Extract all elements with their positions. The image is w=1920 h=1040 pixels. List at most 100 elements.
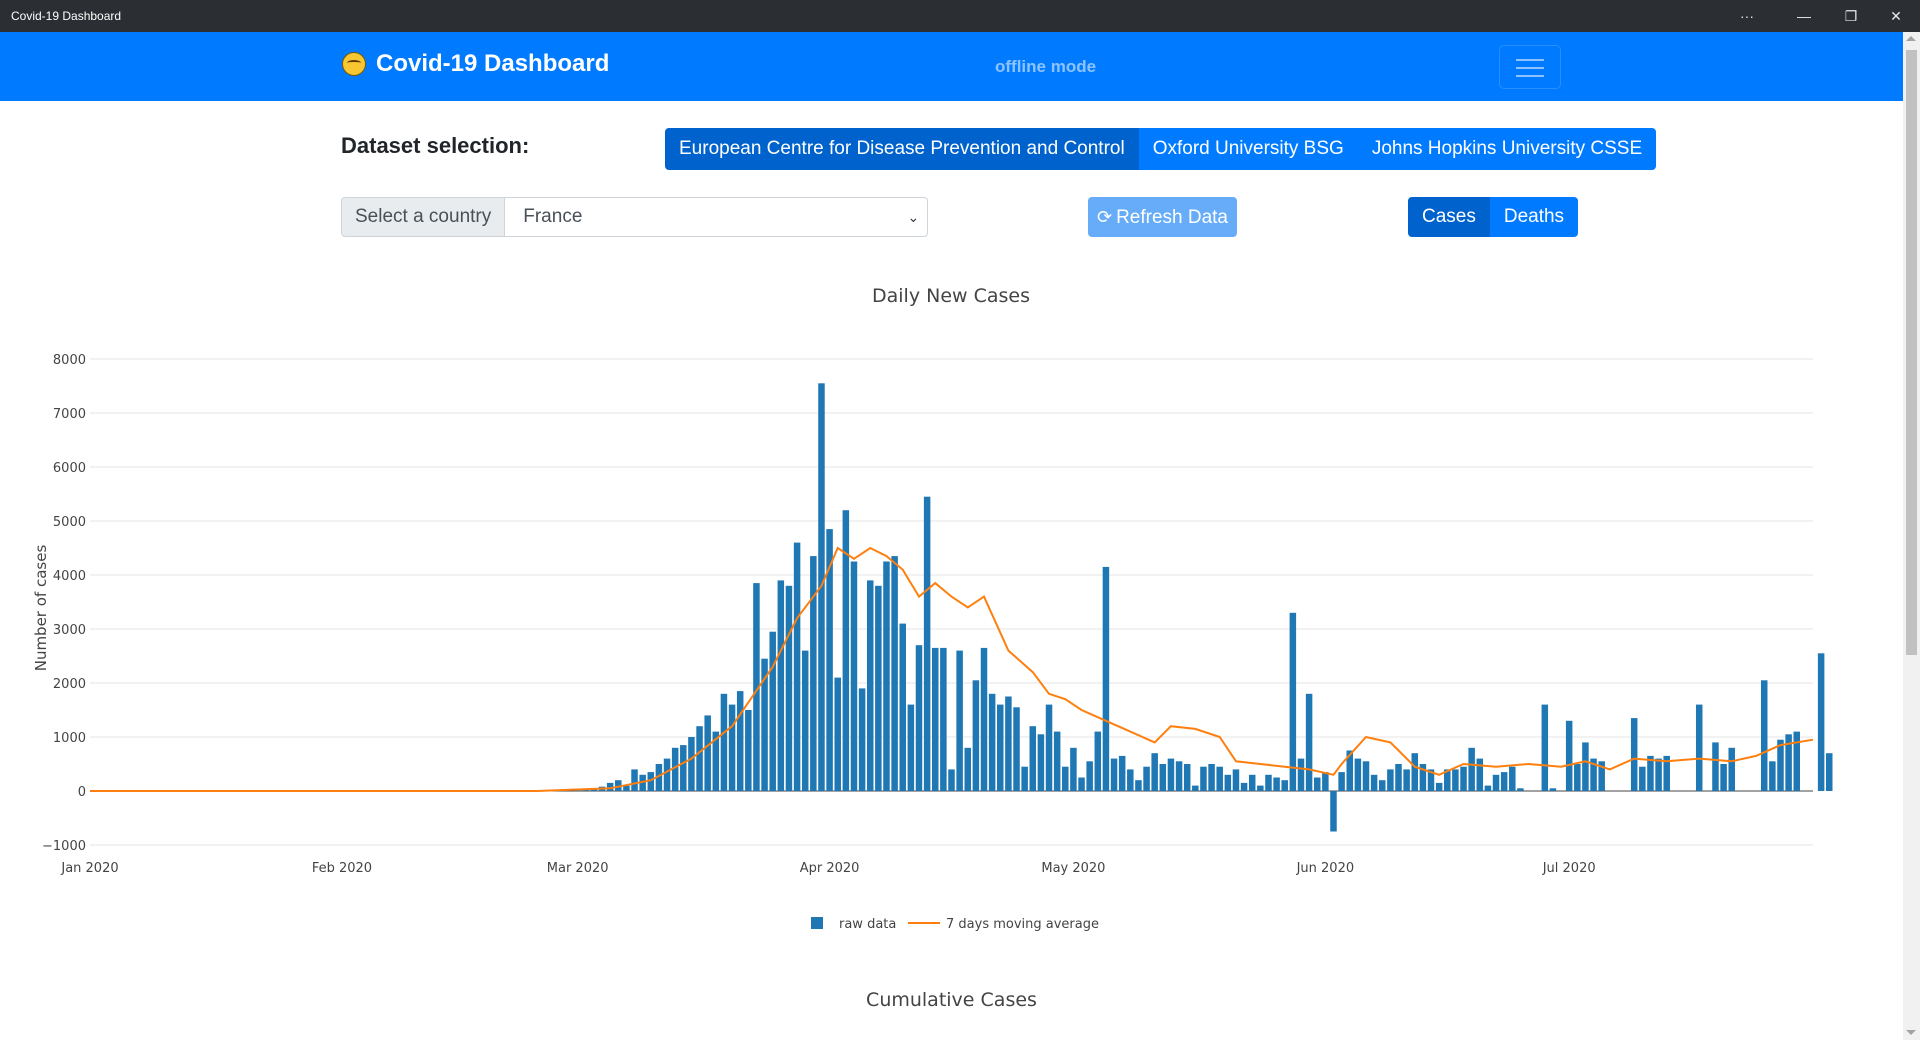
bar (1777, 739, 1784, 791)
bar (1281, 780, 1288, 791)
bar (1460, 766, 1467, 791)
bar (1817, 653, 1825, 791)
bar (1013, 707, 1020, 791)
y-tick-label: 6000 (53, 461, 86, 476)
bar (769, 631, 776, 791)
bar (1476, 758, 1484, 791)
bar (1078, 777, 1085, 791)
bar (1265, 774, 1272, 791)
chart-title: Daily New Cases (872, 285, 1030, 307)
bar (899, 623, 906, 791)
bar (1151, 753, 1158, 791)
x-tick-label: May 2020 (1041, 861, 1105, 876)
bar (1769, 761, 1776, 791)
x-tick-label: Jul 2020 (1542, 861, 1596, 876)
bar (1500, 772, 1508, 791)
y-tick-label: 4000 (53, 569, 86, 584)
bar (1403, 769, 1410, 791)
bar (1305, 693, 1313, 791)
bar (1630, 718, 1638, 791)
bar (1167, 758, 1175, 791)
bar (696, 726, 703, 791)
bar (1297, 758, 1305, 791)
bar (1517, 788, 1524, 791)
bar (777, 580, 785, 791)
page-scrollbar[interactable] (1903, 32, 1920, 1040)
cumulative-cases-title: Cumulative Cases (866, 989, 1037, 1011)
bar (1102, 566, 1110, 791)
bar (1053, 731, 1061, 791)
bar (1135, 780, 1142, 791)
bar (1021, 766, 1028, 791)
scrollbar-thumb[interactable] (1906, 50, 1917, 655)
bar (1655, 758, 1662, 791)
bar (1313, 777, 1321, 791)
x-tick-label: Mar 2020 (547, 861, 609, 876)
legend-raw-data[interactable]: raw data (839, 917, 896, 932)
moving-average-polyline (90, 546, 1814, 792)
bar (1248, 774, 1256, 791)
scroll-up-icon[interactable] (1906, 36, 1916, 41)
bar (923, 496, 931, 791)
bar (956, 650, 963, 791)
y-tick-label: 8000 (53, 353, 86, 368)
bar (1582, 742, 1589, 791)
bar (1029, 726, 1037, 791)
daily-new-cases-chart: Daily New Cases −1000 0 1000 2000 3000 4000 50… (32, 285, 1833, 932)
bar (866, 580, 874, 791)
bar (1760, 680, 1768, 791)
bar (793, 542, 801, 791)
bar (964, 747, 971, 791)
bar (631, 769, 638, 791)
y-axis-label: Number of cases (32, 545, 50, 672)
bar (915, 645, 923, 791)
bar (1468, 747, 1475, 791)
bar (1549, 788, 1557, 791)
bar (1216, 766, 1223, 791)
bar (1695, 704, 1703, 791)
bar (1330, 791, 1337, 832)
bar (883, 561, 890, 791)
bar (1086, 761, 1093, 791)
y-tick-label: 2000 (53, 677, 86, 692)
bar (688, 737, 695, 791)
legend-moving-average[interactable]: 7 days moving average (946, 917, 1099, 932)
bar (1435, 782, 1443, 791)
bar (1045, 704, 1053, 791)
bar (980, 647, 988, 791)
y-tick-label: 0 (78, 785, 86, 800)
bar (1240, 782, 1248, 791)
x-tick-label: Apr 2020 (800, 861, 860, 876)
bar (1712, 742, 1719, 791)
y-tick-label: 1000 (53, 731, 86, 746)
y-tick-label: 5000 (53, 515, 86, 530)
chart-legend[interactable]: raw data 7 days moving average (811, 917, 1099, 932)
bar (1224, 774, 1232, 791)
bar (1118, 755, 1126, 791)
bar (940, 647, 947, 791)
bar (1354, 758, 1362, 791)
bar (988, 693, 996, 791)
bar (1338, 772, 1345, 791)
bar (1289, 612, 1297, 791)
bar (1647, 755, 1654, 791)
bar (1484, 785, 1492, 791)
bar (1639, 766, 1646, 791)
bar (997, 704, 1004, 791)
bar (1273, 777, 1280, 791)
bar (663, 758, 671, 791)
bar (1492, 774, 1500, 791)
bar (1037, 734, 1045, 791)
scroll-down-icon[interactable] (1906, 1030, 1916, 1035)
raw-data-bars (574, 383, 1833, 832)
bar (1127, 769, 1134, 791)
moving-average-line (90, 546, 1814, 792)
bar (1452, 769, 1459, 791)
bar (1257, 785, 1264, 791)
bar (1200, 766, 1207, 791)
y-tick-label: 3000 (53, 623, 86, 638)
bar (1094, 731, 1102, 791)
bar (1322, 772, 1329, 791)
bar (1192, 785, 1199, 791)
bar (1175, 761, 1183, 791)
